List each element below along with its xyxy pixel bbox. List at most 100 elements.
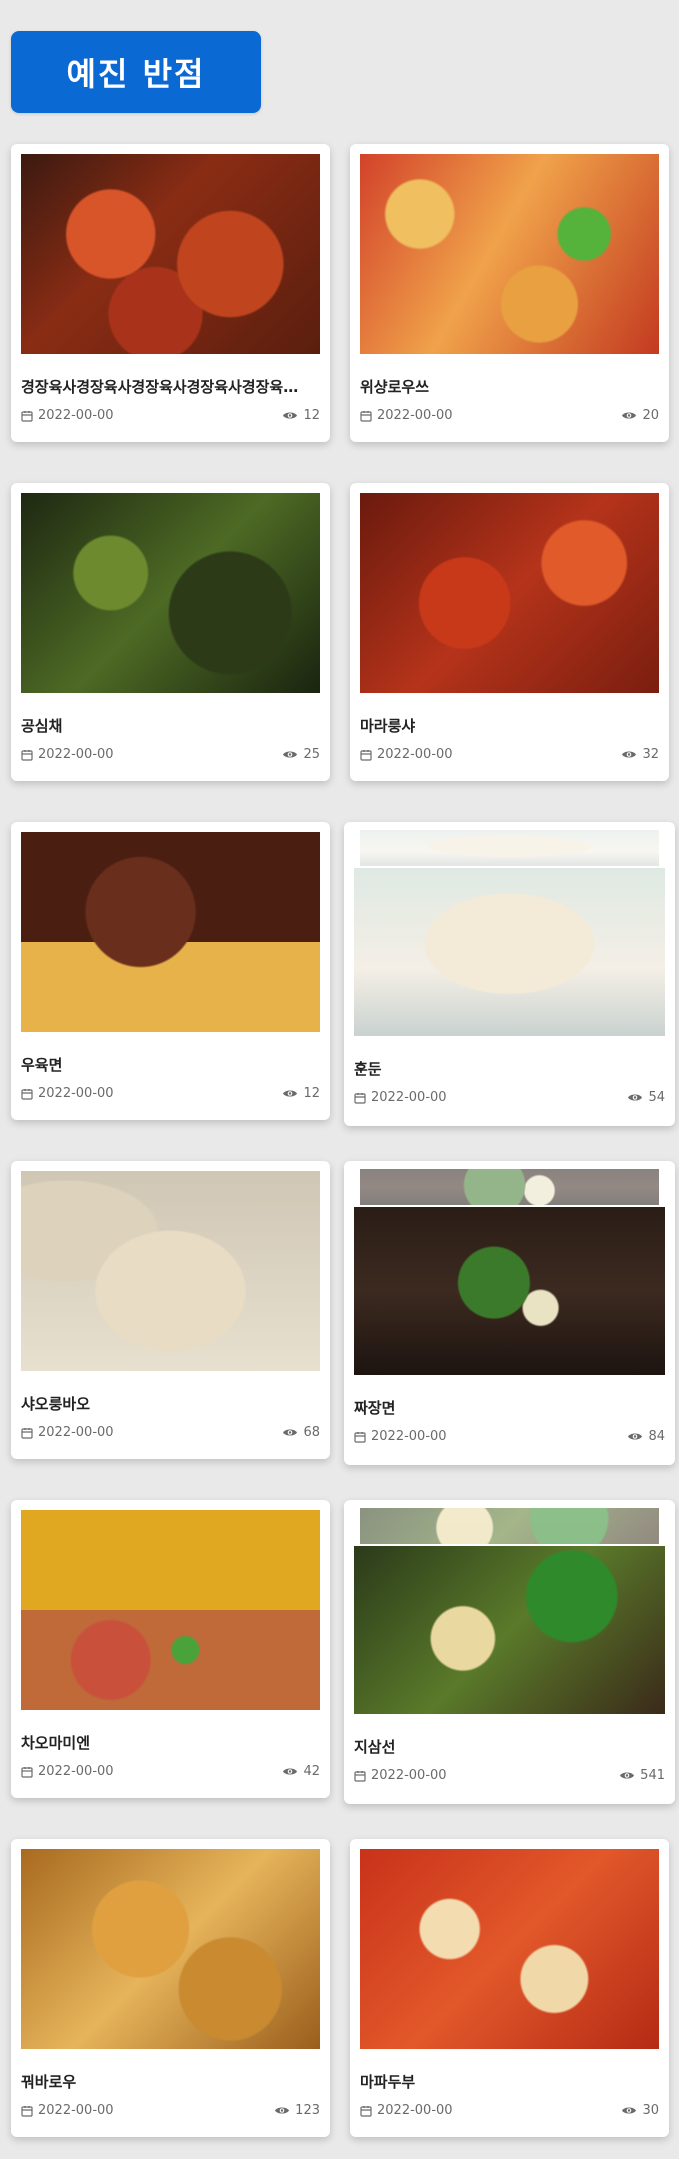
food-image[interactable] <box>354 1207 665 1375</box>
calendar-icon <box>354 1431 366 1443</box>
menu-card[interactable]: 우육면 2022-00-00 12 <box>11 822 330 1120</box>
view-count: 42 <box>282 1764 320 1779</box>
view-count: 30 <box>621 2103 659 2118</box>
date: 2022-00-00 <box>360 2103 453 2118</box>
date-text: 2022-00-00 <box>38 408 114 423</box>
menu-item-name: 훈둔 <box>354 1060 382 1078</box>
eye-icon <box>282 1766 298 1777</box>
view-count-text: 12 <box>303 408 320 423</box>
view-count-text: 12 <box>303 1086 320 1101</box>
menu-item-meta: 2022-00-00 123 <box>21 2103 320 2118</box>
menu-card[interactable]: 지삼선 2022-00-00 541 <box>344 1500 675 1804</box>
view-count-text: 20 <box>642 408 659 423</box>
eye-icon <box>627 1431 643 1442</box>
menu-card[interactable]: 경장육사경장육사경장육사경장육사경장육사경장육사 2022-00-00 12 <box>11 144 330 442</box>
view-count-text: 25 <box>303 747 320 762</box>
menu-item-name: 위샹로우쓰 <box>360 378 430 396</box>
eye-icon <box>621 749 637 760</box>
date: 2022-00-00 <box>21 1425 114 1440</box>
calendar-icon <box>21 2105 33 2117</box>
view-count: 123 <box>274 2103 320 2118</box>
menu-card[interactable]: 짜장면 2022-00-00 84 <box>344 1161 675 1465</box>
view-count-text: 68 <box>303 1425 320 1440</box>
date-text: 2022-00-00 <box>377 747 453 762</box>
food-image[interactable] <box>21 1849 320 2049</box>
menu-item-meta: 2022-00-00 12 <box>21 408 320 423</box>
menu-item-name: 샤오룽바오 <box>21 1395 91 1413</box>
food-image[interactable] <box>21 493 320 693</box>
view-count: 12 <box>282 408 320 423</box>
menu-item-meta: 2022-00-00 42 <box>21 1764 320 1779</box>
date: 2022-00-00 <box>21 2103 114 2118</box>
food-image[interactable] <box>360 1849 659 2049</box>
date-text: 2022-00-00 <box>38 1425 114 1440</box>
menu-item-meta: 2022-00-00 541 <box>354 1768 665 1783</box>
menu-item-name: 차오마미엔 <box>21 1734 91 1752</box>
eye-icon <box>282 749 298 760</box>
date-text: 2022-00-00 <box>371 1429 447 1444</box>
date-text: 2022-00-00 <box>377 408 453 423</box>
view-count-text: 84 <box>648 1429 665 1444</box>
view-count-text: 123 <box>295 2103 320 2118</box>
date-text: 2022-00-00 <box>371 1090 447 1105</box>
date-text: 2022-00-00 <box>38 1086 114 1101</box>
food-image[interactable] <box>21 832 320 1032</box>
view-count: 68 <box>282 1425 320 1440</box>
view-count: 32 <box>621 747 659 762</box>
date-text: 2022-00-00 <box>38 2103 114 2118</box>
menu-card[interactable]: 위샹로우쓰 2022-00-00 20 <box>350 144 669 442</box>
eye-icon <box>619 1770 635 1781</box>
view-count: 25 <box>282 747 320 762</box>
calendar-icon <box>21 749 33 761</box>
food-image[interactable] <box>360 493 659 693</box>
menu-card[interactable]: 샤오룽바오 2022-00-00 68 <box>11 1161 330 1459</box>
menu-item-meta: 2022-00-00 20 <box>360 408 659 423</box>
menu-card[interactable]: 마파두부 2022-00-00 30 <box>350 1839 669 2137</box>
menu-item-name: 지삼선 <box>354 1738 396 1756</box>
food-image-strip <box>360 1508 659 1544</box>
date-text: 2022-00-00 <box>371 1768 447 1783</box>
menu-item-meta: 2022-00-00 68 <box>21 1425 320 1440</box>
date: 2022-00-00 <box>21 1086 114 1101</box>
menu-card[interactable]: 차오마미엔 2022-00-00 42 <box>11 1500 330 1798</box>
date: 2022-00-00 <box>21 747 114 762</box>
menu-card[interactable]: 마라룽샤 2022-00-00 32 <box>350 483 669 781</box>
date-text: 2022-00-00 <box>38 747 114 762</box>
view-count: 20 <box>621 408 659 423</box>
menu-card[interactable]: 훈둔 2022-00-00 54 <box>344 822 675 1126</box>
eye-icon <box>621 2105 637 2116</box>
eye-icon <box>282 1427 298 1438</box>
food-image[interactable] <box>354 1546 665 1714</box>
calendar-icon <box>21 1088 33 1100</box>
date: 2022-00-00 <box>21 1764 114 1779</box>
view-count-text: 32 <box>642 747 659 762</box>
header-title-button[interactable]: 예진 반점 <box>11 31 261 113</box>
menu-card[interactable]: 공심채 2022-00-00 25 <box>11 483 330 781</box>
date: 2022-00-00 <box>360 408 453 423</box>
view-count-text: 42 <box>303 1764 320 1779</box>
date-text: 2022-00-00 <box>377 2103 453 2118</box>
menu-card[interactable]: 꿔바로우 2022-00-00 123 <box>11 1839 330 2137</box>
date-text: 2022-00-00 <box>38 1764 114 1779</box>
food-image-strip <box>360 830 659 866</box>
calendar-icon <box>21 1766 33 1778</box>
menu-item-name: 마파두부 <box>360 2073 416 2091</box>
calendar-icon <box>354 1092 366 1104</box>
food-image[interactable] <box>21 1171 320 1371</box>
calendar-icon <box>360 2105 372 2117</box>
date: 2022-00-00 <box>360 747 453 762</box>
menu-item-meta: 2022-00-00 32 <box>360 747 659 762</box>
food-image[interactable] <box>360 154 659 354</box>
food-image[interactable] <box>354 868 665 1036</box>
menu-item-name: 공심채 <box>21 717 63 735</box>
calendar-icon <box>360 410 372 422</box>
calendar-icon <box>21 410 33 422</box>
food-image[interactable] <box>21 1510 320 1710</box>
view-count-text: 30 <box>642 2103 659 2118</box>
menu-item-name: 우육면 <box>21 1056 63 1074</box>
menu-item-meta: 2022-00-00 84 <box>354 1429 665 1444</box>
view-count: 541 <box>619 1768 665 1783</box>
date: 2022-00-00 <box>354 1429 447 1444</box>
food-image[interactable] <box>21 154 320 354</box>
view-count-text: 54 <box>648 1090 665 1105</box>
